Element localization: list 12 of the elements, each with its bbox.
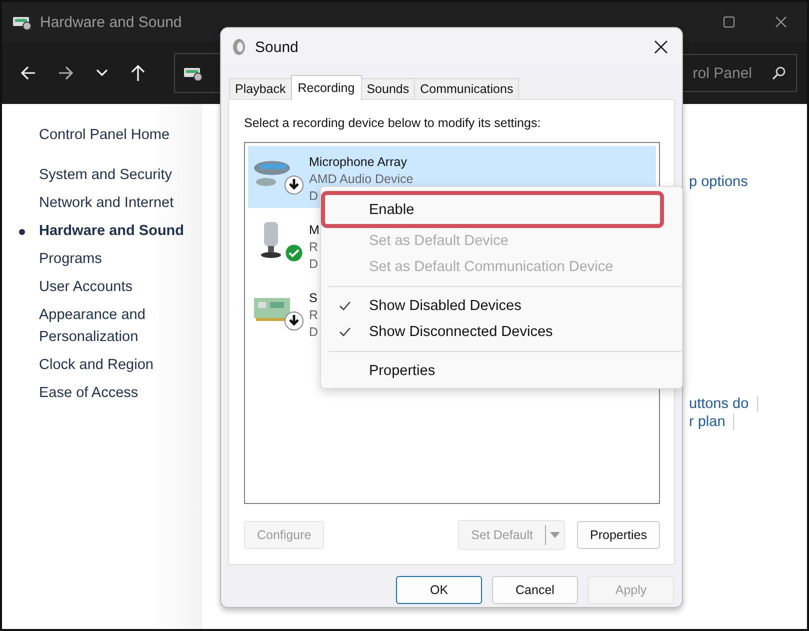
device-status: D xyxy=(309,188,318,205)
window-title: Hardware and Sound xyxy=(40,14,182,30)
device-status: D xyxy=(309,324,318,341)
device-name: Microphone Array xyxy=(309,154,407,171)
device-description: R xyxy=(309,307,318,324)
dialog-title: Sound xyxy=(255,38,298,56)
device-name: M xyxy=(309,222,320,239)
device-description: R xyxy=(309,239,318,256)
device-description: AMD Audio Device xyxy=(309,171,414,188)
instruction-text: Select a recording device below to modify its settings: xyxy=(244,116,542,130)
device-status: D xyxy=(309,256,318,273)
device-name: S xyxy=(309,290,318,307)
